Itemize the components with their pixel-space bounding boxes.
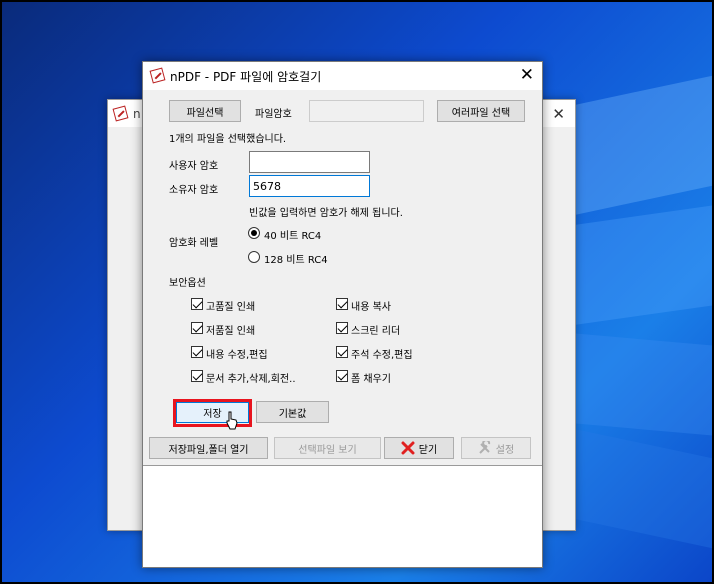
file-password-label: 파일암호 [255,109,292,120]
background-window-title: n [133,106,141,121]
checkbox-content-copy[interactable] [336,298,348,310]
open-saved-folder-button[interactable]: 저장파일,폴더 열기 [149,437,268,459]
radio-128bit-label: 128 비트 RC4 [264,255,328,266]
pdf-app-icon [149,67,166,84]
hint-text: 빈값을 입력하면 암호가 해제 됩니다. [249,208,403,219]
wallpaper-light-beam [560,71,714,219]
checkbox-label: 주석 수정,편집 [351,350,413,361]
file-password-input[interactable] [309,100,424,122]
checkbox-label: 내용 복사 [351,302,391,313]
security-options-label: 보안옵션 [169,278,206,289]
checkbox-label: 문서 추가,삭제,회전.. [206,374,296,385]
output-panel [143,465,542,567]
user-password-label: 사용자 암호 [169,161,219,172]
radio-40bit-label: 40 비트 RC4 [264,231,322,242]
checkbox-label: 폼 채우기 [351,374,391,385]
tools-icon [479,441,490,454]
close-x-icon [401,441,415,455]
window-title: nPDF - PDF 파일에 암호걸기 [170,70,322,84]
checkbox-label: 저품질 인쇄 [206,326,256,337]
wallpaper-light-beam [560,203,714,327]
checkbox-label: 스크린 리더 [351,326,401,337]
owner-password-input[interactable]: 5678 [249,175,370,197]
wallpaper-light-beam [570,333,714,437]
npdf-password-window: nPDF - PDF 파일에 암호걸기 ✕ 파일선택 파일암호 여러파일 선택 … [142,61,543,568]
view-selected-file-button[interactable]: 선택파일 보기 [274,437,381,459]
close-button-label: 닫기 [418,444,438,456]
checkbox-content-edit[interactable] [191,346,203,358]
encryption-level-label: 암호화 레벨 [169,238,219,249]
close-icon[interactable]: ✕ [552,105,565,123]
mouse-cursor-icon [226,411,238,430]
checkbox-high-quality-print[interactable] [191,298,203,310]
user-password-input[interactable] [249,151,370,173]
status-text: 1개의 파일을 선택했습니다. [169,134,287,145]
checkbox-label: 고품질 인쇄 [206,302,256,313]
checkbox-form-fill[interactable] [336,370,348,382]
checkbox-label: 내용 수정,편집 [206,350,268,361]
select-file-button[interactable]: 파일선택 [169,100,241,122]
settings-button[interactable]: 설정 [461,437,531,459]
window-titlebar[interactable]: nPDF - PDF 파일에 암호걸기 ✕ [143,62,542,90]
wallpaper-light-beam [570,427,714,553]
close-button[interactable]: 닫기 [384,437,454,459]
radio-128bit-rc4[interactable] [248,251,260,263]
default-values-button[interactable]: 기본값 [256,401,329,423]
checkbox-document-assembly[interactable] [191,370,203,382]
owner-password-label: 소유자 암호 [169,185,219,196]
checkbox-screen-reader[interactable] [336,322,348,334]
radio-40bit-rc4[interactable] [248,227,260,239]
multi-file-select-button[interactable]: 여러파일 선택 [437,100,525,122]
checkbox-low-quality-print[interactable] [191,322,203,334]
checkbox-annotation-edit[interactable] [336,346,348,358]
settings-button-label: 설정 [495,444,515,456]
close-icon[interactable]: ✕ [520,65,534,85]
pdf-app-icon [112,105,129,122]
